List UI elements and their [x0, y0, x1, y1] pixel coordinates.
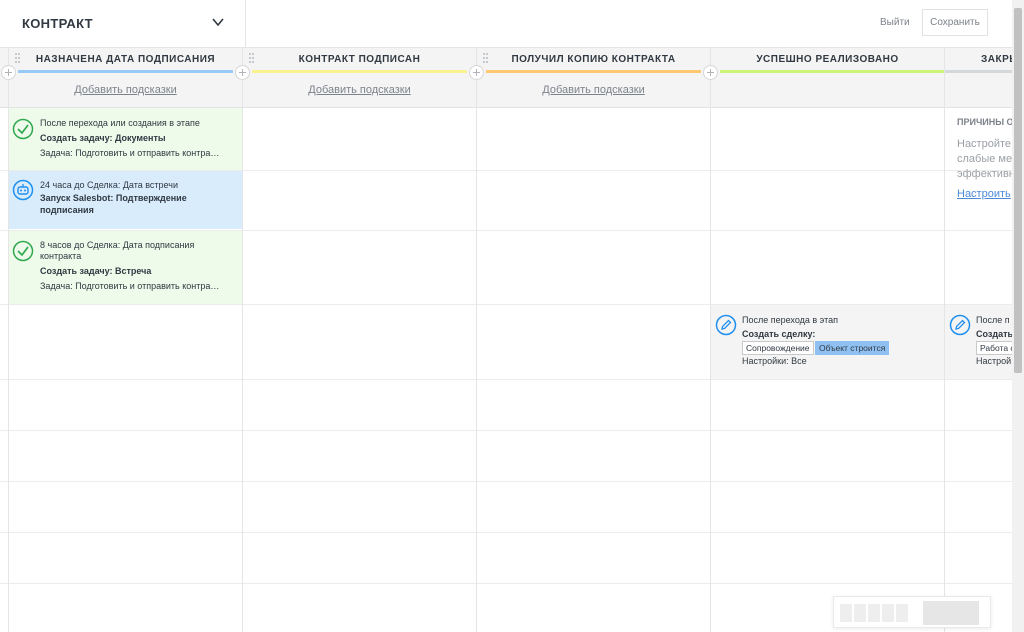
add-hints-link[interactable]: Добавить подсказки [477, 84, 710, 96]
row-divider [0, 430, 1012, 431]
column-color-bar [486, 70, 701, 73]
pencil-circle-icon [949, 314, 971, 336]
column-title[interactable]: ПОЛУЧИЛ КОПИЮ КОНТРАКТА [477, 54, 710, 68]
card-trigger: После п [976, 315, 1010, 325]
widget-cell [840, 604, 852, 622]
card-trigger: После перехода в этап [742, 315, 838, 325]
divider [0, 47, 1012, 48]
card-task-meeting[interactable]: 8 часов до Сделка: Дата подписания контр… [9, 231, 242, 304]
column-title: УСПЕШНО РЕАЛИЗОВАНО [756, 54, 899, 65]
pipeline-title: КОНТРАКТ [22, 16, 93, 31]
card-trigger: После перехода или создания в этапе [40, 118, 200, 128]
card-task-documents[interactable]: После перехода или создания в этапе Созд… [9, 108, 242, 170]
save-button[interactable]: Сохранить [922, 9, 988, 36]
add-hints-link[interactable]: Добавить подсказки [243, 84, 476, 96]
widget-cell [868, 604, 880, 622]
card-create-deal-cut[interactable]: После п Создать Работа с Настрой [945, 305, 1012, 379]
card-detail: Задача: Подготовить и отправить контра… [40, 281, 220, 291]
loss-reasons-text: слабые ме [957, 153, 1012, 165]
add-stage-button[interactable] [469, 65, 484, 80]
widget-cell [896, 604, 908, 622]
check-circle-icon [12, 118, 34, 140]
chevron-down-icon[interactable] [211, 15, 225, 29]
card-trigger: 8 часов до Сделка: Дата подписания [40, 240, 195, 250]
pencil-circle-icon [715, 314, 737, 336]
column-divider [944, 47, 945, 632]
configure-reasons-link[interactable]: Настроить [957, 188, 1011, 200]
card-settings: Настрой [976, 356, 1012, 366]
stage-tag: Объект строится [815, 341, 890, 355]
row-divider [0, 532, 1012, 533]
pipeline-tag: Работа с [976, 341, 1012, 355]
vertical-scrollbar[interactable] [1012, 0, 1024, 632]
card-salesbot[interactable]: 24 часа до Сделка: Дата встречи Запуск S… [9, 171, 242, 229]
row-divider [0, 583, 1012, 584]
check-circle-icon [12, 240, 34, 262]
column-color-bar [18, 70, 233, 73]
column-divider [242, 47, 243, 632]
card-settings: Настройки: Все [742, 356, 807, 366]
exit-button[interactable]: Выйти [872, 11, 918, 35]
pipeline-tag: Сопровождение [742, 341, 814, 355]
row-divider [0, 304, 1012, 305]
widget-button[interactable] [923, 601, 979, 625]
card-trigger-cont: контракта [40, 251, 82, 261]
floating-widget [833, 596, 991, 628]
column-title[interactable]: НАЗНАЧЕНА ДАТА ПОДПИСАНИЯ [9, 54, 242, 68]
scrollbar-thumb[interactable] [1014, 8, 1022, 373]
column-divider [8, 47, 9, 632]
card-action: Создать [976, 329, 1012, 339]
loss-reasons-text: Настройте [957, 138, 1012, 150]
pipeline-selector[interactable]: КОНТРАКТ [0, 0, 246, 47]
card-trigger: 24 часа до Сделка: Дата встречи [40, 180, 178, 190]
pipeline-board: После перехода или создания в этапе Созд… [0, 47, 1012, 632]
widget-cell [882, 604, 894, 622]
card-action: Создать сделку: [742, 329, 816, 339]
row-divider [0, 107, 1012, 108]
card-detail: Задача: Подготовить и отправить контра… [40, 148, 220, 158]
loss-reasons-text: эффективн [957, 168, 1012, 180]
add-stage-button[interactable] [703, 65, 718, 80]
row-divider [0, 230, 1012, 231]
column-title[interactable]: КОНТРАКТ ПОДПИСАН [243, 54, 476, 68]
column-divider [476, 47, 477, 632]
card-action-cont: подписания [40, 205, 94, 215]
card-action: Создать задачу: Документы [40, 133, 166, 143]
card-action: Запуск Salesbot: Подтверждение [40, 193, 187, 203]
column-title: ЗАКРЫ [981, 54, 1012, 65]
widget-cell [854, 604, 866, 622]
column-color-bar [720, 70, 944, 73]
add-stage-button[interactable] [235, 65, 250, 80]
top-bar: КОНТРАКТ Выйти Сохранить [0, 0, 1024, 47]
bot-icon [12, 179, 34, 201]
column-divider [710, 47, 711, 632]
row-divider [0, 170, 1012, 171]
row-divider [0, 481, 1012, 482]
card-create-deal[interactable]: После перехода в этап Создать сделку: Со… [711, 305, 944, 379]
add-stage-button[interactable] [1, 65, 16, 80]
card-action: Создать задачу: Встреча [40, 266, 152, 276]
loss-reasons-title: ПРИЧИНЫ О [957, 117, 1012, 127]
add-hints-link[interactable]: Добавить подсказки [9, 84, 242, 96]
column-color-bar [252, 70, 467, 73]
column-color-bar [945, 70, 1012, 73]
row-divider [0, 379, 1012, 380]
